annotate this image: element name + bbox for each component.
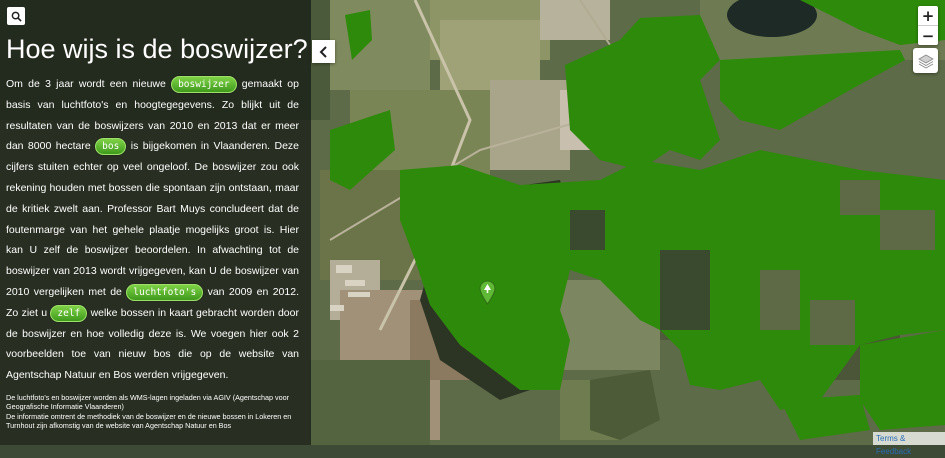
zoom-control: + − xyxy=(918,6,938,45)
terms-feedback-link[interactable]: Terms & Feedback xyxy=(873,432,945,456)
zoom-out-button[interactable]: − xyxy=(918,26,938,45)
pill-luchtfotos-button[interactable]: luchtfoto's xyxy=(126,283,204,301)
pill-zelf-button[interactable]: zelf xyxy=(50,304,88,322)
chevron-left-icon xyxy=(319,45,327,58)
tree-marker-icon[interactable] xyxy=(479,280,496,305)
info-panel: Hoe wijs is de boswijzer? Om de 3 jaar w… xyxy=(0,0,311,445)
paragraph-text-1: Om de 3 jaar wordt een nieuwe xyxy=(6,78,172,90)
search-button[interactable] xyxy=(7,7,25,25)
collapse-panel-button[interactable] xyxy=(312,40,335,63)
intro-paragraph: Om de 3 jaar wordt een nieuwe boswijzer … xyxy=(6,74,299,386)
source-note-wms: De luchtfoto's en boswijzer worden als W… xyxy=(6,393,290,412)
paragraph-text-3: is bijgekomen in Vlaanderen. Deze cijfer… xyxy=(6,140,299,298)
pill-boswijzer-button[interactable]: boswijzer xyxy=(171,76,237,93)
search-icon xyxy=(11,11,22,22)
source-notes: De luchtfoto's en boswijzer worden als W… xyxy=(6,393,304,431)
page-title: Hoe wijs is de boswijzer? xyxy=(6,34,308,64)
pill-bos-button[interactable]: bos xyxy=(95,138,127,156)
source-note-methodology: De informatie omtrent de methodiek van d… xyxy=(6,411,292,431)
layers-icon xyxy=(917,54,934,68)
zoom-in-button[interactable]: + xyxy=(918,6,938,25)
layers-button[interactable] xyxy=(913,48,938,73)
